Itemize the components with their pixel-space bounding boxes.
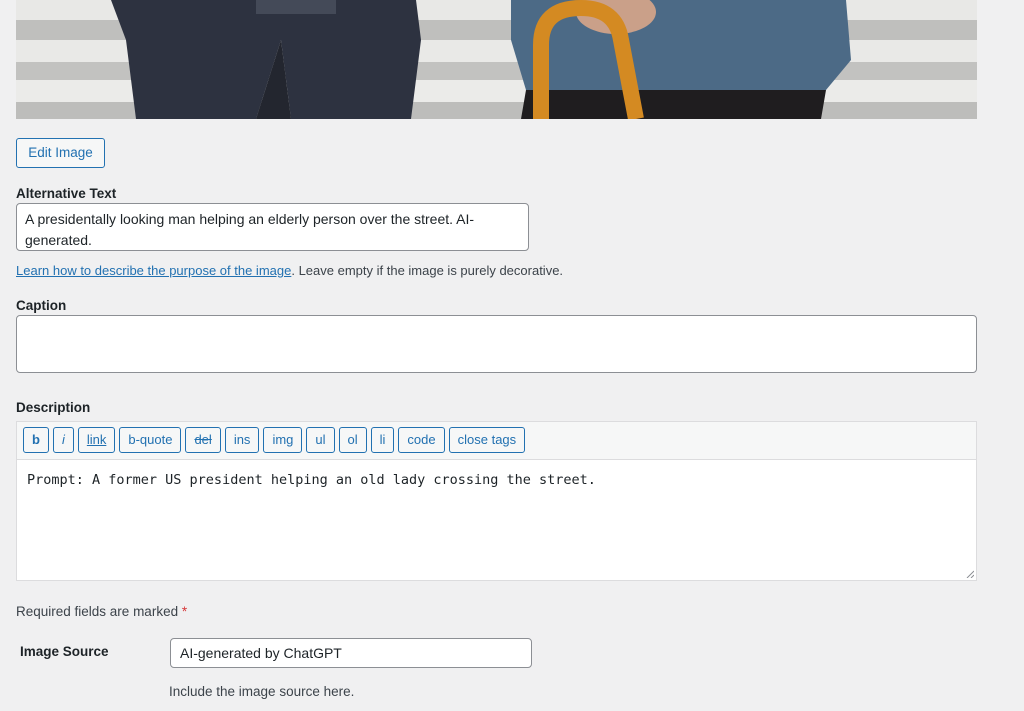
image-source-help: Include the image source here. bbox=[169, 684, 355, 699]
qt-bold-button[interactable]: b bbox=[23, 427, 49, 453]
alt-text-label: Alternative Text bbox=[16, 186, 117, 201]
required-note-text: Required fields are marked bbox=[16, 604, 179, 619]
qt-del-button[interactable]: del bbox=[185, 427, 221, 453]
qt-img-button[interactable]: img bbox=[263, 427, 303, 453]
qt-code-button[interactable]: code bbox=[398, 427, 445, 453]
resize-grip-icon[interactable] bbox=[966, 570, 974, 578]
description-textarea[interactable]: Prompt: A former US president helping an… bbox=[17, 460, 976, 500]
caption-field[interactable] bbox=[16, 315, 977, 373]
description-label: Description bbox=[16, 400, 91, 415]
required-fields-note: Required fields are marked * bbox=[16, 604, 187, 619]
description-editor: b i link b-quote del ins img ul ol li co… bbox=[16, 421, 977, 581]
required-star: * bbox=[181, 604, 188, 619]
qt-italic-button[interactable]: i bbox=[52, 427, 74, 453]
alt-text-help-rest: . Leave empty if the image is purely dec… bbox=[291, 263, 564, 278]
image-preview bbox=[16, 0, 977, 119]
describe-purpose-link[interactable]: Learn how to describe the purpose of the… bbox=[16, 263, 291, 278]
image-source-input[interactable]: AI-generated by ChatGPT bbox=[170, 638, 532, 668]
image-source-label: Image Source bbox=[20, 644, 109, 659]
alt-text-field[interactable]: A presidentally looking man helping an e… bbox=[16, 203, 529, 251]
qt-ins-button[interactable]: ins bbox=[224, 427, 260, 453]
edit-image-button[interactable]: Edit Image bbox=[16, 138, 105, 168]
qt-ol-button[interactable]: ol bbox=[338, 427, 367, 453]
caption-label: Caption bbox=[16, 298, 67, 313]
qt-ul-button[interactable]: ul bbox=[306, 427, 335, 453]
qt-li-button[interactable]: li bbox=[370, 427, 395, 453]
qt-close-tags-button[interactable]: close tags bbox=[448, 427, 526, 453]
qt-blockquote-button[interactable]: b-quote bbox=[119, 427, 182, 453]
qt-link-button[interactable]: link bbox=[77, 427, 116, 453]
quicktags-toolbar: b i link b-quote del ins img ul ol li co… bbox=[17, 422, 976, 460]
alt-text-help: Learn how to describe the purpose of the… bbox=[16, 263, 563, 278]
